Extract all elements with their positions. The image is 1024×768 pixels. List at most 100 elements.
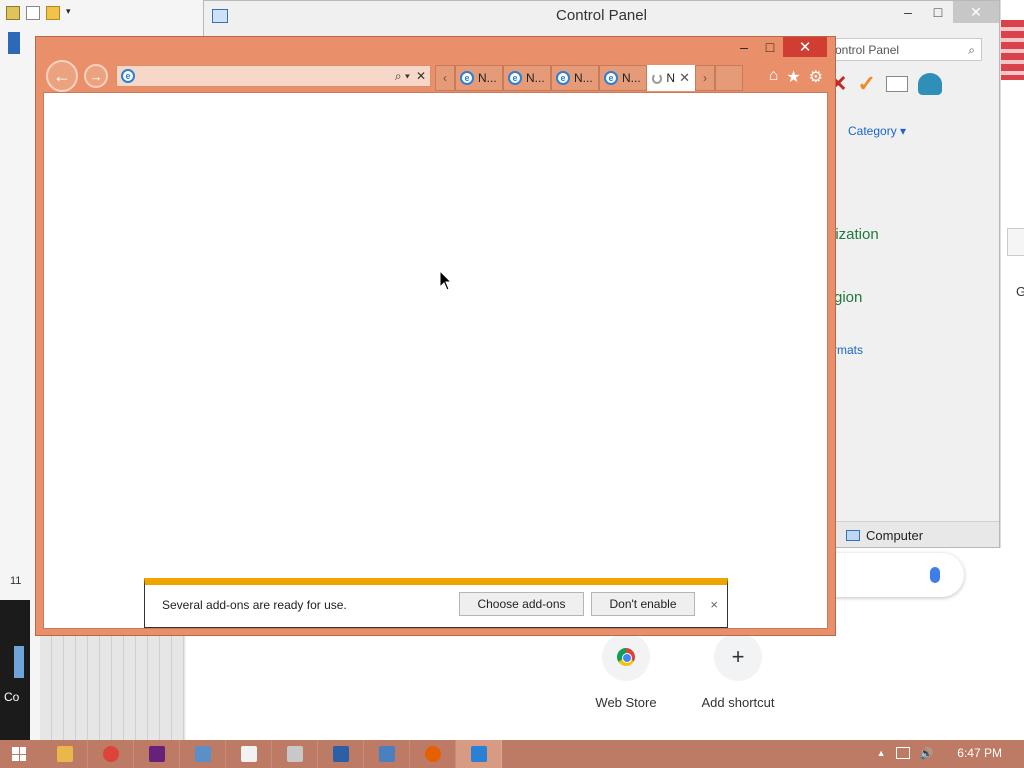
control-panel-icon [378, 746, 395, 762]
ie-icon: e [508, 71, 522, 85]
desktop-strip: Co [0, 600, 30, 740]
page-content-area[interactable] [43, 92, 828, 629]
plus-icon: + [714, 633, 762, 681]
tab-close-button[interactable]: ✕ [679, 70, 690, 86]
properties-icon[interactable] [6, 6, 20, 20]
shortcut-add[interactable]: + Add shortcut [683, 633, 793, 710]
dont-enable-button[interactable]: Don't enable [591, 592, 695, 616]
tab-label: N [666, 71, 676, 85]
clock[interactable]: 6:47 PM [957, 746, 1002, 760]
command-bar: ⌂ ★ ⚙ [769, 67, 823, 87]
internet-explorer-window: – □ ✕ ← → e ⌕ ▾ ✕ ‹ e N... e N... e N... eN… [35, 36, 836, 636]
taskbar-app-button[interactable] [456, 740, 502, 768]
formats-link[interactable]: rmats [833, 343, 863, 357]
background-toolbar [1001, 20, 1024, 80]
network-icon[interactable] [895, 747, 910, 759]
taskbar-app-button[interactable] [134, 740, 180, 768]
taskbar-app-button[interactable] [88, 740, 134, 768]
tools-icon[interactable]: ⚙ [809, 67, 823, 87]
browser-tab-active[interactable]: N ✕ [647, 65, 695, 91]
browser-tab[interactable]: e N... [551, 65, 599, 91]
appearance-link[interactable]: lization [832, 226, 879, 243]
tab-label: N... [526, 71, 545, 85]
document-icon [240, 746, 257, 762]
microphone-icon[interactable] [930, 567, 940, 583]
search-dropdown-icon[interactable]: ⌕ ▾ [395, 69, 410, 84]
taskbar-app-button[interactable] [410, 740, 456, 768]
maximize-button[interactable]: □ [923, 1, 953, 23]
taskbar-app-button[interactable] [364, 740, 410, 768]
address-input[interactable] [139, 69, 389, 83]
taskbar-app-button[interactable] [42, 740, 88, 768]
close-icon[interactable]: × [710, 597, 718, 612]
file-explorer-icon [56, 746, 73, 762]
forward-button[interactable]: → [84, 64, 108, 88]
tab-strip: ‹ e N... e N... e N... e N... N ✕ › [435, 65, 743, 91]
home-icon[interactable]: ⌂ [769, 67, 779, 87]
close-button[interactable]: ✕ [953, 1, 999, 23]
window-title: Control Panel [556, 7, 647, 24]
taskbar-app-button[interactable] [180, 740, 226, 768]
status-location-label: Computer [866, 528, 924, 543]
addons-notification-bar: Several add-ons are ready for use. Choos… [144, 578, 728, 628]
stop-icon[interactable]: ✕ [416, 69, 426, 83]
share-icon[interactable] [1007, 228, 1024, 256]
tab-scroll-right-button[interactable]: › [695, 65, 715, 91]
toolbar: ✕ ✓ [829, 71, 942, 97]
desktop-item-icon[interactable] [14, 646, 24, 678]
back-button[interactable]: ← [46, 60, 78, 92]
search-placeholder: ontrol Panel [835, 43, 900, 57]
minimize-button[interactable]: – [893, 1, 923, 23]
search-input[interactable]: ontrol Panel ⌕ [828, 38, 982, 61]
window-icon[interactable] [885, 76, 908, 92]
region-link[interactable]: gion [834, 289, 862, 306]
tab-label: N... [574, 71, 593, 85]
volume-icon[interactable]: 🔊 [920, 747, 934, 760]
performance-monitor-icon [194, 746, 211, 762]
desktop-item-label: Co [4, 690, 20, 704]
tab-scroll-left-button[interactable]: ‹ [435, 65, 455, 91]
ie-icon: e [121, 69, 135, 83]
show-hidden-icons-button[interactable]: ▲ [877, 748, 886, 758]
shortcut-label: Add shortcut [701, 695, 775, 710]
tab-label: N... [622, 71, 641, 85]
close-button[interactable]: ✕ [783, 37, 827, 57]
background-window-right: G [1000, 0, 1024, 548]
background-window-columns [40, 635, 185, 740]
new-tab-button[interactable] [715, 65, 743, 91]
item-count-label: 11 [10, 575, 22, 587]
google-search-box[interactable] [816, 553, 964, 597]
view-by-dropdown[interactable]: Category ▾ [848, 124, 906, 138]
minimize-button[interactable]: – [731, 37, 757, 57]
address-bar[interactable]: e ⌕ ▾ ✕ [116, 65, 431, 87]
ie-icon: e [460, 71, 474, 85]
taskbar-apps [42, 740, 502, 768]
taskbar-app-button[interactable] [226, 740, 272, 768]
maximize-button[interactable]: □ [757, 37, 783, 57]
notification-message: Several add-ons are ready for use. [162, 598, 347, 612]
folder-icon[interactable] [46, 6, 60, 20]
shortcut-web-store[interactable]: Web Store [571, 633, 681, 710]
shell-icon[interactable] [917, 73, 942, 95]
browser-tab[interactable]: e N... [599, 65, 647, 91]
chevron-down-icon[interactable]: ▾ [66, 6, 74, 20]
computer-icon [846, 530, 860, 541]
taskbar-app-button[interactable] [318, 740, 364, 768]
loading-icon [652, 72, 663, 84]
choose-addons-button[interactable]: Choose add-ons [459, 592, 584, 616]
search-icon[interactable]: ⌕ [968, 43, 975, 57]
browser-tab[interactable]: e N... [503, 65, 551, 91]
favorites-icon[interactable]: ★ [786, 67, 800, 87]
system-tray: ▲ 🔊 6:47 PM [877, 746, 1002, 760]
fragment-letter: G [1016, 284, 1024, 299]
firefox-icon [424, 746, 441, 762]
checkmark-icon[interactable]: ✓ [857, 71, 875, 97]
new-document-icon[interactable] [26, 6, 40, 20]
start-button[interactable] [0, 740, 38, 768]
quick-access-toolbar: ▾ [6, 6, 74, 20]
browser-tab[interactable]: e N... [455, 65, 503, 91]
taskbar-app-button[interactable] [272, 740, 318, 768]
windows-logo-icon [12, 747, 26, 761]
eraser-tool-icon [286, 746, 303, 762]
web-store-icon [602, 633, 650, 681]
